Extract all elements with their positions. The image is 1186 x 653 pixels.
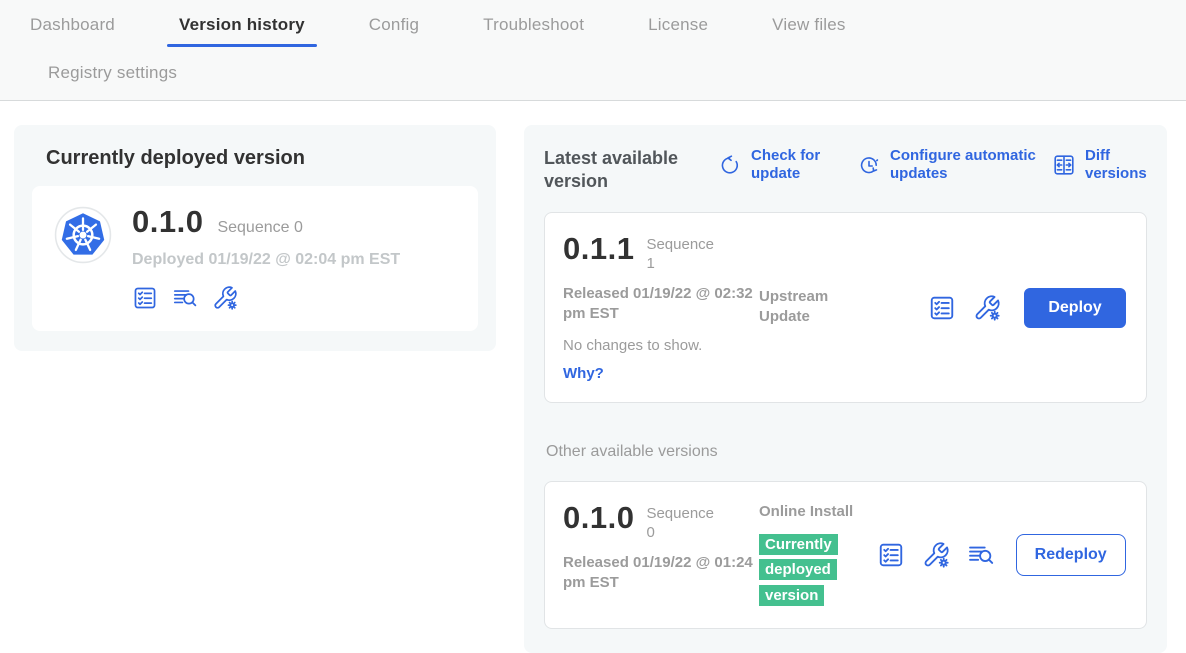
deployed-timestamp: Deployed 01/19/22 @ 02:04 pm EST	[132, 251, 400, 269]
tab-view-files[interactable]: View files	[772, 15, 846, 35]
tab-registry-settings[interactable]: Registry settings	[48, 63, 177, 83]
preflight-checks-icon[interactable]	[928, 294, 956, 322]
nav-row-1: Dashboard Version history Config Trouble…	[0, 12, 1186, 38]
other-released-timestamp: Released 01/19/22 @ 01:24 pm EST	[563, 553, 759, 594]
deployed-sequence-label: Sequence 0	[217, 219, 302, 237]
latest-version-card: 0.1.1 Sequence 1 Released 01/19/22 @ 02:…	[544, 212, 1147, 403]
nav-row-2: Registry settings	[0, 60, 1186, 86]
other-version-actions: Redeploy	[877, 534, 1126, 576]
latest-version-info: 0.1.1 Sequence 1 Released 01/19/22 @ 02:…	[563, 233, 759, 382]
other-available-versions-title: Other available versions	[546, 443, 1147, 461]
view-logs-icon[interactable]	[967, 541, 995, 569]
tab-version-history[interactable]: Version history	[179, 15, 305, 35]
auto-updates-icon	[857, 153, 881, 177]
configure-automatic-updates-label: Configure automatic updates	[890, 147, 1052, 183]
app-nav: Dashboard Version history Config Trouble…	[0, 0, 1186, 101]
currently-deployed-title: Currently deployed version	[46, 147, 478, 170]
latest-released-timestamp: Released 01/19/22 @ 02:32 pm EST	[563, 284, 759, 325]
deployed-actions	[132, 285, 400, 311]
check-for-update-link[interactable]: Check for update	[718, 147, 835, 183]
version-row: 0.1.1 Sequence 1	[563, 233, 759, 274]
edit-config-icon[interactable]	[973, 294, 1001, 322]
deploy-button[interactable]: Deploy	[1024, 288, 1125, 328]
deployed-version-card: 0.1.0 Sequence 0 Deployed 01/19/22 @ 02:…	[32, 186, 478, 331]
other-sequence-label: Sequence 0	[646, 505, 718, 543]
currently-deployed-badge-wrap: Currently deployed version	[759, 532, 845, 609]
tab-license[interactable]: License	[648, 15, 708, 35]
version-row: 0.1.0 Sequence 0	[563, 502, 759, 543]
available-header: Latest available version Check for updat…	[544, 147, 1147, 192]
currently-deployed-badge: Currently deployed version	[759, 534, 838, 606]
diff-versions-label: Diff versions	[1085, 147, 1147, 183]
other-source-column: Online Install Currently deployed versio…	[759, 502, 859, 608]
edit-config-icon[interactable]	[212, 285, 238, 311]
kubernetes-logo-icon	[54, 206, 112, 264]
latest-sequence-label: Sequence 1	[646, 236, 718, 274]
other-version-card: 0.1.0 Sequence 0 Released 01/19/22 @ 01:…	[544, 481, 1147, 629]
preflight-checks-icon[interactable]	[132, 285, 158, 311]
currently-deployed-panel: Currently deployed version	[14, 125, 496, 351]
diff-versions-link[interactable]: Diff versions	[1052, 147, 1147, 183]
redeploy-button[interactable]: Redeploy	[1016, 534, 1126, 576]
version-row: 0.1.0 Sequence 0	[132, 206, 400, 239]
no-changes-note: No changes to show.	[563, 337, 759, 354]
other-source-label: Online Install	[759, 502, 859, 522]
latest-source-label: Upstream Update	[759, 287, 859, 326]
tab-config[interactable]: Config	[369, 15, 419, 35]
available-versions-panel: Latest available version Check for updat…	[524, 125, 1167, 653]
tab-dashboard[interactable]: Dashboard	[30, 15, 115, 35]
other-version-info: 0.1.0 Sequence 0 Released 01/19/22 @ 01:…	[563, 502, 759, 593]
tab-troubleshoot[interactable]: Troubleshoot	[483, 15, 584, 35]
main-content: Currently deployed version	[0, 101, 1186, 653]
latest-version-actions: Deploy	[928, 288, 1125, 328]
deployed-version-info: 0.1.0 Sequence 0 Deployed 01/19/22 @ 02:…	[132, 206, 400, 311]
configure-automatic-updates-link[interactable]: Configure automatic updates	[857, 147, 1052, 183]
view-logs-icon[interactable]	[172, 285, 198, 311]
check-update-icon	[718, 153, 742, 177]
why-link[interactable]: Why?	[563, 365, 759, 382]
edit-config-icon[interactable]	[922, 541, 950, 569]
deployed-version-number: 0.1.0	[132, 206, 203, 239]
latest-available-title: Latest available version	[544, 147, 696, 192]
latest-version-number: 0.1.1	[563, 233, 634, 266]
other-version-number: 0.1.0	[563, 502, 634, 535]
preflight-checks-icon[interactable]	[877, 541, 905, 569]
check-for-update-label: Check for update	[751, 147, 835, 183]
diff-versions-icon	[1052, 153, 1076, 177]
